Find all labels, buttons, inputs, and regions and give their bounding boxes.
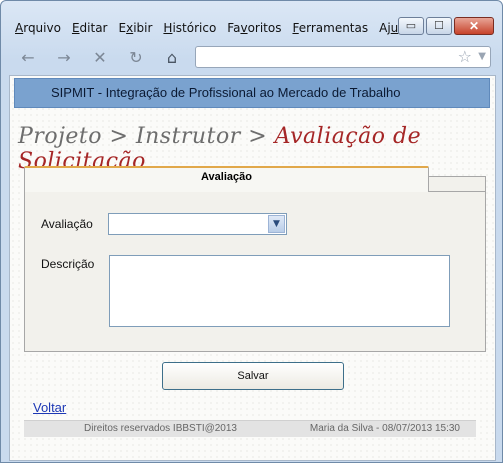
menu-editar[interactable]: Editar (72, 21, 108, 39)
bookmark-star-icon[interactable]: ☆ (458, 47, 472, 67)
stop-icon[interactable]: ✕ (89, 48, 111, 68)
save-button[interactable]: Salvar (162, 362, 344, 390)
breadcrumb-separator: > (240, 124, 275, 149)
page-content: SIPMIT - Integração de Profissional ao M… (9, 75, 496, 461)
close-icon: ✕ (468, 19, 480, 33)
menu-exibir[interactable]: Exibir (119, 21, 153, 39)
maximize-button[interactable]: ☐ (426, 17, 452, 35)
footer: Direitos reservados IBBSTI@2013 Maria da… (24, 420, 476, 437)
tab-divider (428, 191, 486, 192)
app-header: SIPMIT - Integração de Profissional ao M… (14, 78, 490, 108)
menu-favoritos[interactable]: Favoritos (227, 21, 281, 39)
footer-copyright: Direitos reservados IBBSTI@2013 (84, 423, 237, 434)
minimize-button[interactable]: ▭ (398, 17, 424, 35)
chevron-down-icon[interactable]: ▼ (268, 215, 285, 233)
breadcrumb-separator: > (102, 124, 136, 149)
avaliacao-select[interactable]: ▼ (108, 213, 287, 235)
navigation-toolbar: ← → ✕ ↻ ⌂ ☆ ▼ (11, 45, 495, 71)
evaluation-panel: Avaliação Avaliação ▼ Descrição (24, 166, 486, 352)
menu-ferramentas[interactable]: Ferramentas (292, 21, 368, 39)
close-button[interactable]: ✕ (454, 17, 494, 35)
avaliacao-label: Avaliação (41, 217, 93, 231)
url-dropdown-icon[interactable]: ▼ (478, 47, 486, 67)
tab-avaliacao[interactable]: Avaliação (24, 166, 429, 192)
menu-arquivo[interactable]: Arquivo (15, 21, 61, 39)
back-arrow-icon[interactable]: ← (17, 48, 39, 68)
home-icon[interactable]: ⌂ (161, 48, 183, 68)
descricao-label: Descrição (41, 257, 95, 271)
browser-window: Arquivo Editar Exibir Histórico Favorito… (0, 0, 503, 463)
minimize-icon: ▭ (405, 20, 417, 32)
tab-label: Avaliação (201, 171, 252, 183)
footer-user-timestamp: Maria da Silva - 08/07/2013 15:30 (309, 423, 460, 434)
menu-historico[interactable]: Histórico (163, 21, 216, 39)
breadcrumb-projeto[interactable]: Projeto (18, 124, 102, 149)
maximize-icon: ☐ (434, 20, 444, 32)
reload-icon[interactable]: ↻ (125, 48, 147, 68)
menu-bar: Arquivo Editar Exibir Histórico Favorito… (15, 21, 424, 39)
window-controls: ▭ ☐ ✕ (396, 17, 494, 35)
forward-arrow-icon[interactable]: → (53, 48, 75, 68)
descricao-textarea[interactable] (109, 255, 450, 327)
address-bar[interactable]: ☆ ▼ (195, 46, 491, 68)
back-link[interactable]: Voltar (33, 400, 66, 415)
breadcrumb-instrutor[interactable]: Instrutor (136, 124, 241, 149)
app-title: SIPMIT - Integração de Profissional ao M… (51, 85, 401, 100)
